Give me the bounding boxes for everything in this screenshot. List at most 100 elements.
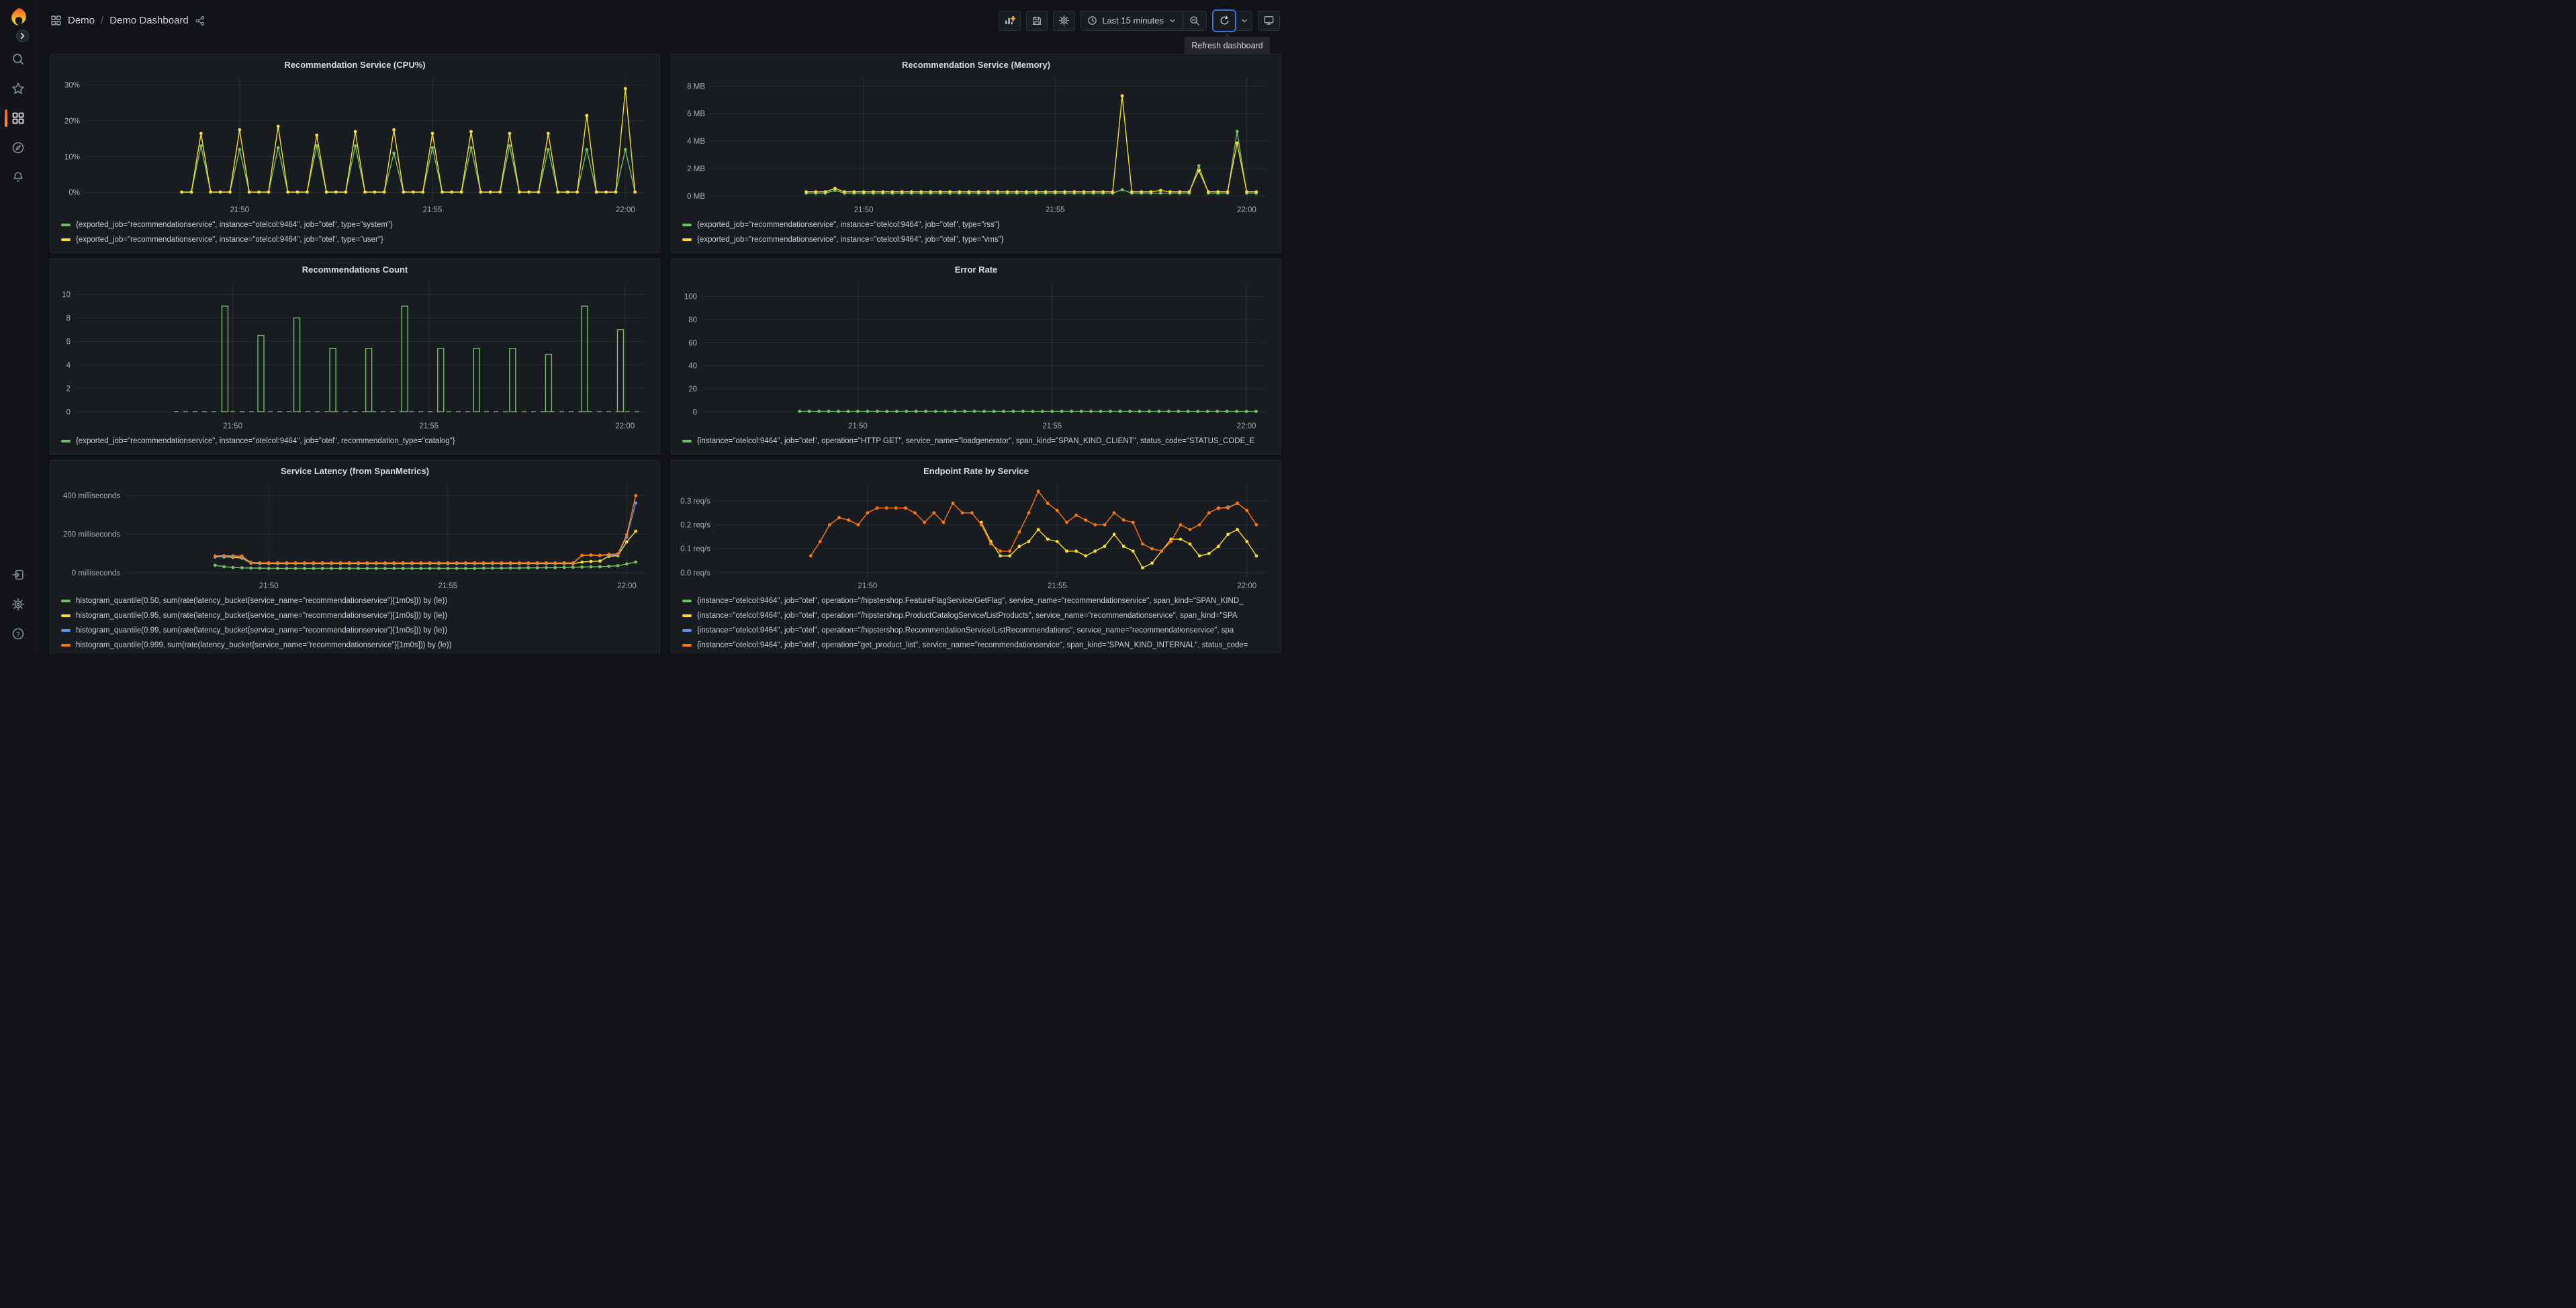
legend-item[interactable]: {instance="otelcol:9464", job="otel", op… [682, 623, 1275, 638]
legend-item[interactable]: histogram_quantile(0.50, sum(rate(latenc… [61, 594, 654, 608]
time-series-chart[interactable]: 21:50 21:55 22:00 0 MB 2 MB 4 MB 6 MB 8 MB [677, 73, 1275, 216]
share-icon[interactable] [195, 15, 205, 26]
svg-text:22:00: 22:00 [1237, 422, 1256, 430]
sidebar-item-explore[interactable] [0, 133, 36, 162]
zoom-out-button[interactable] [1183, 11, 1206, 30]
series-color-swatch [682, 440, 692, 442]
refresh-button[interactable] [1212, 9, 1236, 32]
series-color-swatch [61, 440, 71, 442]
svg-text:21:50: 21:50 [223, 422, 242, 430]
sidebar-nav [0, 27, 36, 192]
sidebar-item-dashboards[interactable] [0, 103, 36, 133]
svg-text:0 MB: 0 MB [687, 193, 705, 201]
panel-error-rate: Error Rate 21:50 21:55 22:00 0 20 40 60 80 100 {… [671, 259, 1281, 455]
series-color-swatch [61, 644, 71, 647]
svg-text:20%: 20% [64, 118, 80, 126]
svg-text:0: 0 [693, 408, 697, 416]
svg-text:200 milliseconds: 200 milliseconds [63, 531, 120, 539]
sidebar-item-configuration[interactable] [0, 590, 36, 619]
gear-icon [11, 598, 25, 611]
panel-recommendation-cpu: Recommendation Service (CPU%) 21:50 21:55… [50, 54, 660, 253]
series-color-swatch [682, 629, 692, 632]
sidebar-item-alerting[interactable] [0, 162, 36, 192]
top-navigation: Demo / Demo Dashboard Last 15 minutes Re… [37, 0, 1288, 54]
svg-text:0.3 req/s: 0.3 req/s [680, 498, 710, 506]
dashboards-grid-icon [12, 112, 24, 124]
svg-text:6 MB: 6 MB [687, 110, 705, 118]
panel-title[interactable]: Error Rate [677, 263, 1275, 277]
panel-legend: {instance="otelcol:9464", job="otel", op… [677, 592, 1275, 651]
svg-text:4: 4 [66, 361, 71, 369]
time-series-chart[interactable]: 21:50 21:55 22:00 0 20 40 60 80 100 [677, 277, 1275, 432]
svg-text:21:50: 21:50 [854, 206, 874, 214]
time-series-chart[interactable]: 21:50 21:55 22:00 0.0 req/s 0.1 req/s 0.2 req… [677, 479, 1275, 592]
series-label: {exported_job="recommendationservice", i… [76, 236, 383, 244]
legend-item[interactable]: {instance="otelcol:9464", job="otel", op… [682, 594, 1275, 608]
series-label: {exported_job="recommendationservice", i… [697, 236, 1004, 244]
panel-title[interactable]: Service Latency (from SpanMetrics) [56, 464, 654, 479]
svg-text:22:00: 22:00 [615, 422, 635, 430]
svg-text:2: 2 [66, 385, 71, 393]
add-panel-button[interactable] [999, 10, 1021, 31]
tv-mode-button[interactable] [1258, 10, 1280, 31]
legend-item[interactable]: {instance="otelcol:9464", job="otel", op… [682, 434, 1275, 449]
time-range-picker[interactable]: Last 15 minutes [1081, 11, 1183, 30]
panel-title[interactable]: Recommendations Count [56, 263, 654, 277]
legend-item[interactable]: {exported_job="recommendationservice", i… [682, 232, 1275, 247]
legend-item[interactable]: {exported_job="recommendationservice", i… [61, 218, 654, 232]
add-panel-icon [1005, 15, 1016, 25]
series-label: {instance="otelcol:9464", job="otel", op… [697, 437, 1255, 445]
panel-service-latency: Service Latency (from SpanMetrics) 21:50… [50, 460, 660, 654]
svg-text:2 MB: 2 MB [687, 165, 705, 173]
series-label: {instance="otelcol:9464", job="otel", op… [697, 641, 1248, 649]
svg-text:100: 100 [684, 293, 697, 301]
svg-text:21:55: 21:55 [1046, 206, 1065, 214]
svg-text:21:55: 21:55 [438, 582, 457, 590]
legend-item[interactable]: histogram_quantile(0.95, sum(rate(latenc… [61, 608, 654, 623]
refresh-interval-dropdown[interactable] [1236, 10, 1252, 31]
panel-legend: {exported_job="recommendationservice", i… [56, 432, 654, 450]
series-color-swatch [682, 238, 692, 241]
panel-title[interactable]: Endpoint Rate by Service [677, 464, 1275, 479]
svg-text:8 MB: 8 MB [687, 83, 705, 91]
svg-text:21:55: 21:55 [1048, 582, 1067, 590]
time-series-chart[interactable]: 21:50 21:55 22:00 0 milliseconds 200 millise… [56, 479, 654, 592]
breadcrumb-folder[interactable]: Demo [68, 15, 95, 26]
dashboard-settings-button[interactable] [1053, 10, 1076, 31]
sidebar-item-help[interactable]: ? [0, 619, 36, 649]
panel-title[interactable]: Recommendation Service (CPU%) [56, 58, 654, 73]
panel-legend: histogram_quantile(0.50, sum(rate(latenc… [56, 592, 654, 651]
help-icon: ? [12, 628, 24, 640]
svg-text:21:55: 21:55 [423, 206, 443, 214]
sidebar-item-starred[interactable] [0, 74, 36, 103]
svg-text:21:50: 21:50 [848, 422, 868, 430]
svg-text:6: 6 [66, 338, 71, 346]
sidebar-item-sign-in[interactable] [0, 560, 36, 590]
time-series-chart[interactable]: 21:50 21:55 22:00 0% 10% 20% 30% [56, 73, 654, 216]
active-indicator [5, 109, 7, 127]
legend-item[interactable]: {exported_job="recommendationservice", i… [61, 232, 654, 247]
legend-item[interactable]: {instance="otelcol:9464", job="otel", op… [682, 608, 1275, 623]
time-series-chart[interactable]: 21:50 21:55 22:00 0 2 4 6 8 10 [56, 277, 654, 432]
svg-text:21:50: 21:50 [259, 582, 279, 590]
series-label: {exported_job="recommendationservice", i… [76, 221, 393, 229]
series-color-swatch [61, 238, 71, 241]
legend-item[interactable]: {exported_job="recommendationservice", i… [61, 434, 654, 449]
legend-item[interactable]: histogram_quantile(0.999, sum(rate(laten… [61, 638, 654, 653]
svg-text:21:55: 21:55 [419, 422, 439, 430]
panel-title[interactable]: Recommendation Service (Memory) [677, 58, 1275, 73]
sidebar-bottom: ? [0, 560, 36, 649]
legend-item[interactable]: {exported_job="recommendationservice", i… [682, 218, 1275, 232]
sidebar-expand-button[interactable] [16, 30, 29, 42]
series-label: histogram_quantile(0.50, sum(rate(latenc… [76, 597, 448, 605]
grafana-logo[interactable] [8, 7, 28, 27]
svg-text:0.2 req/s: 0.2 req/s [680, 522, 710, 530]
svg-text:10%: 10% [64, 153, 80, 161]
sidebar-item-search[interactable] [0, 44, 36, 74]
chevron-down-icon [1170, 19, 1175, 22]
svg-text:0: 0 [66, 408, 71, 416]
legend-item[interactable]: {instance="otelcol:9464", job="otel", op… [682, 638, 1275, 653]
save-dashboard-button[interactable] [1026, 10, 1048, 31]
chevron-down-icon [1241, 19, 1247, 22]
legend-item[interactable]: histogram_quantile(0.99, sum(rate(latenc… [61, 623, 654, 638]
